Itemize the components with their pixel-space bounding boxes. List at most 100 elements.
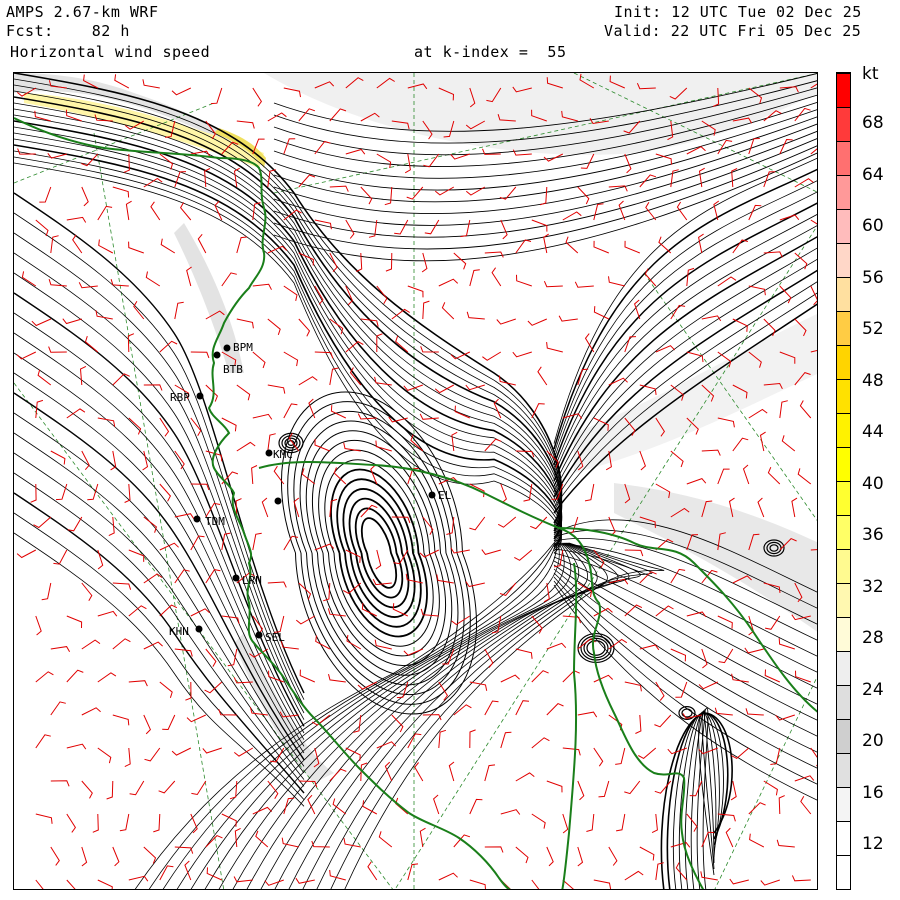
wind-barb (190, 351, 210, 359)
wind-barb (35, 879, 44, 889)
wind-barb (97, 672, 117, 683)
wind-barb (634, 299, 641, 320)
wind-barb (205, 384, 218, 402)
wind-barb (159, 681, 173, 698)
colorbar-segment (837, 141, 850, 175)
wind-barb (744, 647, 764, 654)
colorbar-segment (837, 753, 850, 787)
wind-barb (160, 238, 176, 254)
wind-barb (469, 729, 476, 749)
wind-barb (500, 483, 507, 504)
wind-barb (717, 615, 733, 629)
wind-barb (112, 373, 130, 386)
wind-barb (360, 186, 373, 205)
jet-streamline (14, 96, 563, 532)
valid-time: Valid: 22 UTC Fri 05 Dec 25 (604, 22, 862, 40)
station-label: LRN (242, 574, 262, 587)
wind-barb (423, 153, 440, 168)
colorbar-unit: kt (862, 64, 879, 84)
wind-barb (345, 549, 361, 563)
wind-barb (295, 615, 316, 625)
wind-barb (618, 200, 626, 221)
wind-barb (742, 464, 750, 485)
wind-barb (484, 648, 494, 668)
vortex-streamline (360, 517, 398, 589)
wind-barb (81, 186, 89, 207)
wind-barb (496, 318, 516, 325)
wind-barb (608, 846, 618, 866)
wind-barb (128, 680, 148, 687)
wind-barb (654, 714, 672, 728)
wind-barb (757, 497, 765, 518)
wind-barb (562, 813, 569, 834)
colorbar-segment (837, 243, 850, 277)
colorbar-segment (837, 345, 850, 379)
wind-barb (50, 646, 71, 653)
wind-barb (66, 615, 83, 629)
wind-barb (593, 747, 604, 767)
wind-barb (184, 860, 192, 881)
wind-barb (403, 384, 423, 391)
colorbar-segment (837, 617, 850, 651)
wind-barb (179, 202, 192, 221)
wind-barb (615, 747, 626, 765)
wind-barb (718, 648, 734, 664)
wind-barb (66, 743, 87, 750)
south-streamline (162, 542, 557, 889)
station-dot (265, 449, 273, 457)
wind-barb (491, 267, 502, 287)
wind-barb (81, 846, 88, 867)
map-panel[interactable]: BPM BTB RBP KMC TDM LRN KHN SEL EL (13, 72, 818, 890)
wind-barb (145, 271, 161, 287)
wind-barb (639, 174, 657, 188)
wind-barb (110, 279, 129, 287)
wind-barb (123, 153, 130, 173)
colorbar-segment (837, 73, 850, 107)
wind-barb (714, 707, 733, 716)
wind-barb (434, 186, 455, 196)
colorbar-tick-label: 16 (862, 782, 884, 803)
wind-barb (515, 700, 530, 716)
wind-barb (264, 879, 284, 886)
wind-barb (608, 377, 628, 386)
wind-barb (527, 318, 547, 326)
wind-barb (539, 186, 548, 206)
wind-barb (810, 285, 817, 306)
wind-barb (159, 865, 174, 881)
station-dot (196, 392, 204, 400)
wind-barb (546, 642, 567, 650)
south-streamline (330, 542, 653, 889)
wind-barb (376, 153, 392, 169)
wind-barb (725, 827, 734, 848)
wind-barb (143, 516, 157, 533)
wind-barb (298, 376, 318, 386)
station-dot (213, 351, 221, 359)
colorbar-tick-label: 40 (862, 473, 884, 494)
wind-barb (515, 846, 529, 864)
wind-barb (98, 239, 114, 254)
wind-barb (267, 318, 281, 336)
wind-barb (39, 186, 52, 203)
wind-barb (81, 707, 101, 716)
colorbar-segment (837, 549, 850, 583)
wind-barb (394, 219, 409, 235)
wind-barb (66, 813, 77, 833)
wind-barb (55, 483, 68, 501)
wind-barb (21, 271, 37, 287)
wind-barb (797, 468, 812, 485)
wind-barb (781, 435, 796, 452)
colorbar-segment (837, 107, 850, 141)
wind-barb (81, 582, 93, 601)
wind-barb (608, 276, 625, 287)
wind-barb (498, 375, 516, 386)
wind-barb (150, 201, 161, 221)
wind-barb (512, 351, 532, 358)
wind-barb (731, 673, 749, 683)
wind-barb (97, 610, 118, 617)
wind-barb (531, 403, 545, 419)
wind-barb (460, 219, 471, 238)
wind-barb (35, 734, 51, 749)
wind-barb (438, 872, 458, 881)
wind-barb (700, 871, 718, 881)
wind-barb (482, 351, 502, 361)
